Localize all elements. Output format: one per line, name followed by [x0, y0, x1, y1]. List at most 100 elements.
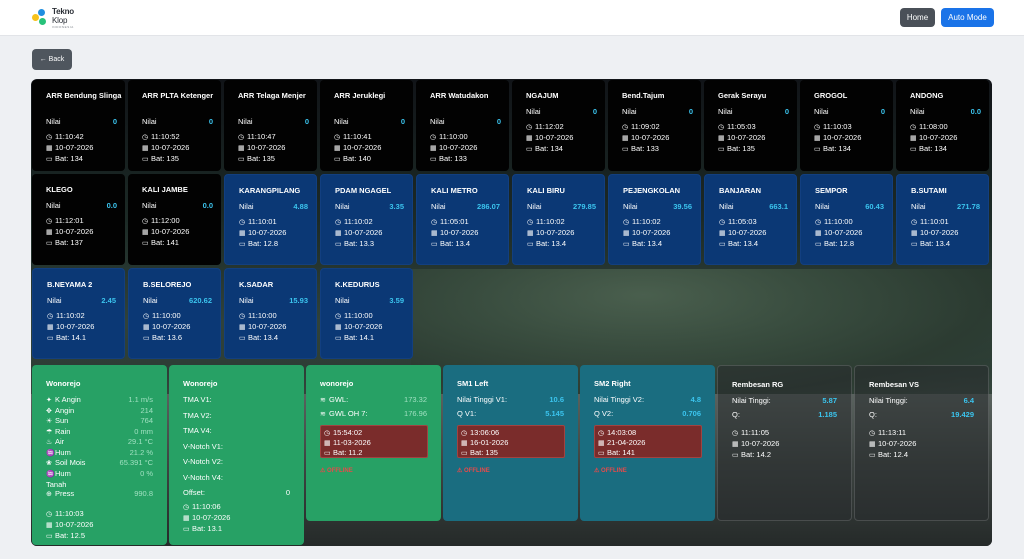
- weather-metric-icon: ❀: [46, 460, 52, 467]
- sm1-card[interactable]: SM1 Left Nilai Tinggi V1: 10.6 Q V1: 5.1…: [443, 365, 578, 521]
- station-battery-value: Bat: 13.6: [152, 333, 183, 342]
- battery-icon: ▭: [183, 526, 190, 533]
- weather-row-label: ☀ Sun: [46, 416, 68, 425]
- station-card[interactable]: ARR PLTA Ketenger Nilai 0 ◷ 11:10:52 ▦ 10-07-2…: [128, 80, 221, 171]
- clock-icon: ◷: [142, 134, 149, 141]
- battery-icon: ▭: [719, 241, 726, 248]
- weather-row-label: ❀ Soil Mois: [46, 458, 85, 467]
- station-time-value: 11:10:00: [439, 132, 468, 141]
- station-card[interactable]: B.SUTAMI Nilai 271.78 ◷ 11:10:01 ▦ 10-07-2026 ▭…: [896, 174, 989, 265]
- vs-r2-value: 19.429: [951, 410, 974, 419]
- station-battery-value: Bat: 133: [631, 144, 659, 153]
- station-card[interactable]: KALI BIRU Nilai 279.85 ◷ 11:10:02 ▦ 10-07-2026…: [512, 174, 605, 265]
- station-value: 0: [880, 107, 885, 116]
- station-date-value: 10-07-2026: [631, 133, 670, 142]
- battery-icon: ▭: [869, 452, 876, 459]
- station-card[interactable]: KALI JAMBE Nilai 0.0 ◷ 11:12:00 ▦ 10-07-2026 ▭ B…: [128, 174, 221, 265]
- clock-icon: ◷: [335, 313, 342, 320]
- weather-card[interactable]: Wonorejo ✦ K Angin 1.1 m/s ✥ Angin 214 ☀ Sun 764…: [32, 365, 167, 545]
- rg-time-value: 11:11:05: [741, 428, 770, 437]
- station-value-label: Nilai: [239, 296, 254, 305]
- battery-icon: ▭: [461, 450, 468, 457]
- station-time-value: 11:10:02: [56, 311, 85, 320]
- back-button[interactable]: ← Back: [32, 49, 72, 70]
- station-card[interactable]: BANJARAN Nilai 663.1 ◷ 11:05:03 ▦ 10-07-2026 ▭ B…: [704, 174, 797, 265]
- station-value: 0: [112, 117, 117, 126]
- gwl-card[interactable]: wonorejo ≋ GWL: 173.32 ≋ GWL OH 7: 176.96 …: [306, 365, 441, 521]
- wifi-off-icon: ⚠: [320, 468, 328, 474]
- station-card[interactable]: KARANGPILANG Nilai 4.88 ◷ 11:10:01 ▦ 10-07-202…: [224, 174, 317, 265]
- brand-logo[interactable]: Tekno Klop INDONESIA: [32, 6, 92, 30]
- calendar-icon: ▦: [239, 230, 246, 237]
- station-name: KALI JAMBE: [142, 185, 188, 194]
- station-card[interactable]: KLEGO Nilai 0.0 ◷ 11:12:01 ▦ 10-07-2026 ▭ Bat: 1…: [32, 174, 125, 265]
- weather-metric-icon: ♨: [46, 439, 53, 446]
- gwl-label: ≋ GWL:: [320, 395, 348, 404]
- station-card[interactable]: NGAJUM Nilai 0 ◷ 11:12:02 ▦ 10-07-2026 ▭ Bat: 13…: [512, 80, 605, 171]
- station-time: ◷ 11:10:00: [335, 311, 373, 320]
- station-battery: ▭ Bat: 12.8: [239, 239, 278, 248]
- tma-date: ▦ 10-07-2026: [183, 513, 230, 522]
- station-battery: ▭ Bat: 137: [46, 238, 83, 247]
- station-value: 3.35: [389, 202, 404, 211]
- weather-row-value: 29.1 °C: [127, 437, 153, 446]
- station-card[interactable]: KALI METRO Nilai 286.07 ◷ 11:05:01 ▦ 10-07-202…: [416, 174, 509, 265]
- tma-card[interactable]: Wonorejo TMA V1: TMA V2: TMA V4: V-Notch V1…: [169, 365, 304, 545]
- sm2-r1-label: Nilai Tinggi V2:: [594, 395, 645, 404]
- wifi-off-icon: ⚠: [457, 468, 465, 474]
- station-card[interactable]: ARR Bendung Slinga Nilai 0 ◷ 11:10:42 ▦ 10-07-…: [32, 80, 125, 171]
- station-time: ◷ 11:12:01: [46, 216, 84, 225]
- station-card[interactable]: ARR Telaga Menjer Nilai 0 ◷ 11:10:47 ▦ 10-07-2…: [224, 80, 317, 171]
- station-card[interactable]: PEJENGKOLAN Nilai 39.56 ◷ 11:10:02 ▦ 10-07-202…: [608, 174, 701, 265]
- rembesan-rg-card[interactable]: Rembesan RG Nilai Tinggi: 5.87 Q: 1.185 …: [717, 365, 852, 521]
- sm1-r1-label: Nilai Tinggi V1:: [457, 395, 508, 404]
- station-battery-value: Bat: 13.4: [920, 239, 951, 248]
- station-value: 0.0: [970, 107, 981, 116]
- home-button[interactable]: Home: [900, 8, 935, 27]
- station-card[interactable]: ANDONG Nilai 0.0 ◷ 11:08:00 ▦ 10-07-2026 ▭ Bat: …: [896, 80, 989, 171]
- station-battery-value: Bat: 134: [55, 154, 83, 163]
- battery-icon: ▭: [335, 241, 342, 248]
- station-card[interactable]: PDAM NGAGEL Nilai 3.35 ◷ 11:10:02 ▦ 10-07-2026…: [320, 174, 413, 265]
- sm1-stale-box: ◷ 13:06:06 ▦ 16-01-2026 ▭ Bat: 135: [457, 425, 565, 458]
- station-battery-value: Bat: 134: [535, 144, 563, 153]
- calendar-icon: ▦: [911, 230, 918, 237]
- station-card[interactable]: K.SADAR Nilai 15.93 ◷ 11:10:00 ▦ 10-07-2026 ▭ Ba…: [224, 268, 317, 359]
- station-card[interactable]: B.SELOREJO Nilai 620.62 ◷ 11:10:00 ▦ 10-07-202…: [128, 268, 221, 359]
- sm2-card[interactable]: SM2 Right Nilai Tinggi V2: 4.8 Q V2: 0.7…: [580, 365, 715, 521]
- station-battery-value: Bat: 134: [823, 144, 851, 153]
- station-card[interactable]: Gerak Serayu Nilai 0 ◷ 11:05:03 ▦ 10-07-2026 ▭ B…: [704, 80, 797, 171]
- weather-row-label-text: Air: [55, 437, 65, 446]
- station-date-value: 10-07-2026: [632, 228, 671, 237]
- calendar-icon: ▦: [430, 145, 437, 152]
- station-value-label: Nilai: [911, 202, 926, 211]
- station-card[interactable]: ARR Jeruklegi Nilai 0 ◷ 11:10:41 ▦ 10-07-2026 ▭…: [320, 80, 413, 171]
- station-card[interactable]: ARR Watudakon Nilai 0 ◷ 11:10:00 ▦ 10-07-2026 ▭…: [416, 80, 509, 171]
- clock-icon: ◷: [431, 219, 438, 226]
- calendar-icon: ▦: [238, 145, 245, 152]
- station-date: ▦ 10-07-2026: [431, 228, 478, 237]
- weather-time-value: 11:10:03: [55, 509, 84, 518]
- auto-mode-button[interactable]: Auto Mode: [941, 8, 994, 27]
- clock-icon: ◷: [814, 124, 821, 131]
- station-card[interactable]: K.KEDURUS Nilai 3.59 ◷ 11:10:00 ▦ 10-07-2026 ▭ B…: [320, 268, 413, 359]
- rg-r1-label: Nilai Tinggi:: [732, 396, 771, 405]
- station-card[interactable]: GROGOL Nilai 0 ◷ 11:10:03 ▦ 10-07-2026 ▭ Bat: 13…: [800, 80, 893, 171]
- station-time-value: 11:08:00: [919, 122, 948, 131]
- station-card[interactable]: SEMPOR Nilai 60.43 ◷ 11:10:00 ▦ 10-07-2026 ▭ Bat…: [800, 174, 893, 265]
- weather-metric-icon: ☀: [46, 418, 53, 425]
- station-date-value: 10-07-2026: [152, 322, 191, 331]
- station-time-value: 11:10:01: [920, 217, 949, 226]
- station-card[interactable]: Bend.Tajum Nilai 0 ◷ 11:09:02 ▦ 10-07-2026 ▭ Bat…: [608, 80, 701, 171]
- station-battery: ▭ Bat: 134: [910, 144, 947, 153]
- vs-time-value: 11:13:11: [878, 428, 907, 437]
- battery-icon: ▭: [526, 146, 533, 153]
- calendar-icon: ▦: [623, 230, 630, 237]
- station-name: ARR PLTA Ketenger: [142, 91, 214, 100]
- station-card[interactable]: B.NEYAMA 2 Nilai 2.45 ◷ 11:10:02 ▦ 10-07-2026 ▭…: [32, 268, 125, 359]
- battery-icon: ▭: [623, 241, 630, 248]
- station-date-value: 10-07-2026: [440, 228, 479, 237]
- rembesan-vs-card[interactable]: Rembesan VS Nilai Tinggi: 6.4 Q: 19.429 …: [854, 365, 989, 521]
- calendar-icon: ▦: [814, 135, 821, 142]
- battery-icon: ▭: [814, 146, 821, 153]
